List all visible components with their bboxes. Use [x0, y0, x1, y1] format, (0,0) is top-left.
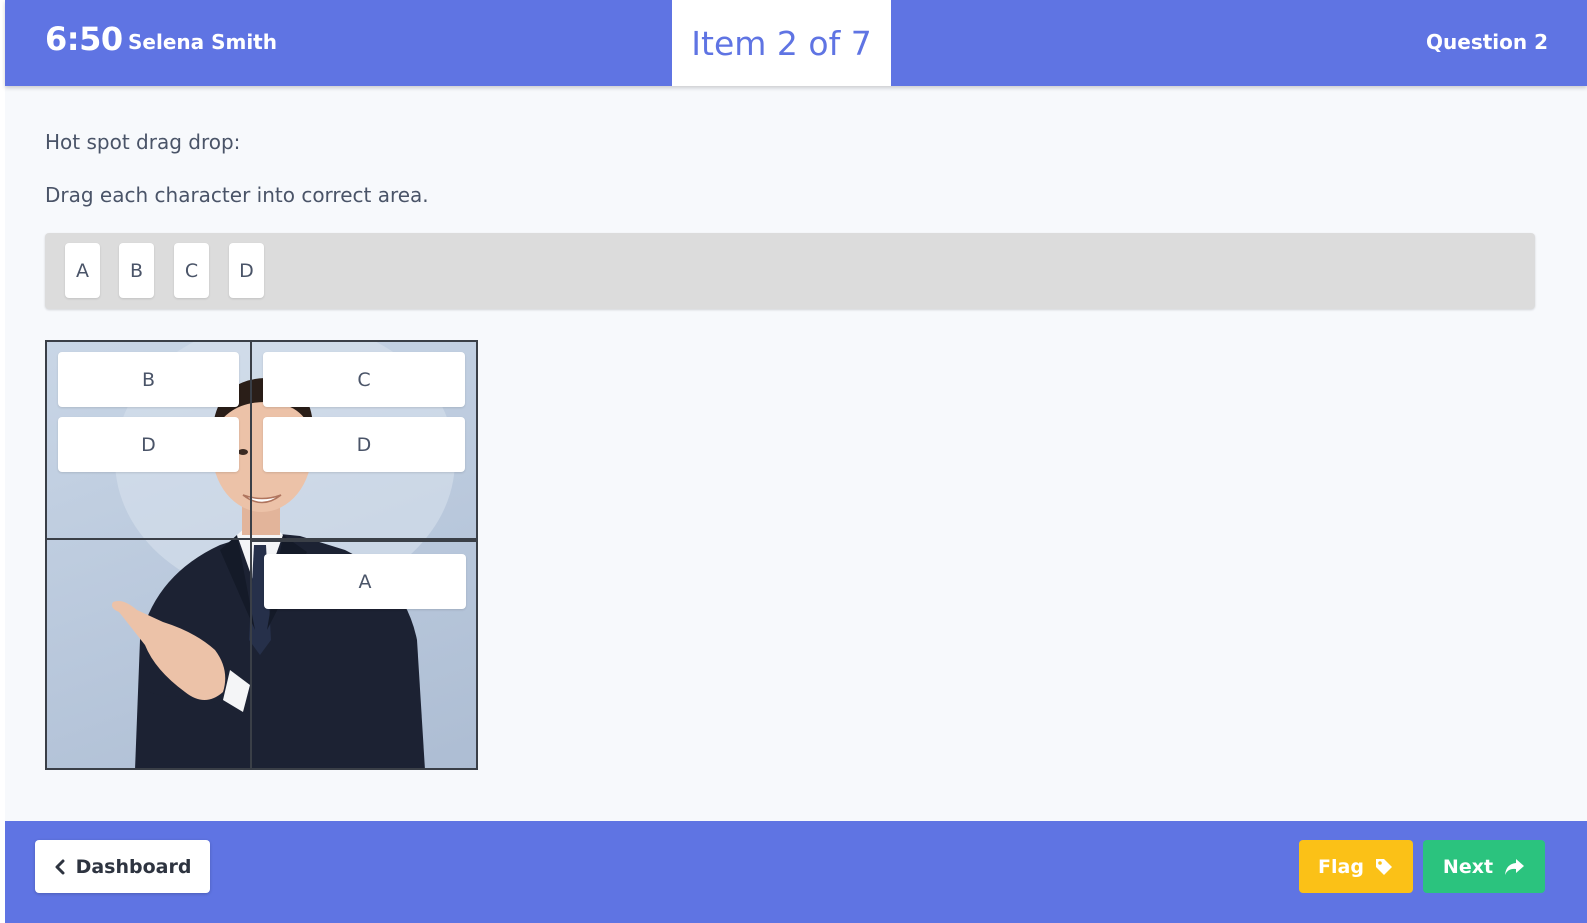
question-number: Question 2 [1426, 30, 1548, 54]
question-instruction: Drag each character into correct area. [45, 183, 429, 207]
share-arrow-icon [1503, 858, 1525, 876]
chevron-left-icon [54, 859, 66, 875]
candidate-name: Selena Smith [128, 30, 277, 54]
next-button[interactable]: Next [1423, 840, 1545, 893]
drag-source-tray: A B C D [45, 233, 1535, 309]
tag-icon [1374, 857, 1394, 877]
placed-chip-c[interactable]: C [263, 352, 465, 407]
exam-page: 6:50 Selena Smith Item 2 of 7 Question 2… [5, 0, 1587, 923]
drag-chip-d[interactable]: D [229, 243, 264, 298]
placed-chip-d[interactable]: D [263, 417, 465, 472]
question-prompt: Hot spot drag drop: [45, 130, 241, 154]
next-button-label: Next [1442, 855, 1494, 878]
drop-zone-bottom-left[interactable] [45, 538, 252, 770]
flag-button[interactable]: Flag [1299, 840, 1413, 893]
drag-chip-b[interactable]: B [119, 243, 154, 298]
dashboard-button[interactable]: Dashboard [35, 840, 210, 893]
hotspot-image: B D C D A [45, 340, 478, 770]
top-bar: 6:50 Selena Smith Item 2 of 7 Question 2 [5, 0, 1587, 86]
placed-chip-a[interactable]: A [264, 554, 466, 609]
countdown-timer: 6:50 [45, 20, 123, 58]
drag-chip-c[interactable]: C [174, 243, 209, 298]
placed-chip-b[interactable]: B [58, 352, 239, 407]
item-counter: Item 2 of 7 [672, 0, 891, 86]
dashboard-button-label: Dashboard [75, 855, 192, 878]
drag-chip-a[interactable]: A [65, 243, 100, 298]
flag-button-label: Flag [1318, 855, 1364, 878]
bottom-bar: Dashboard Flag Next [5, 821, 1587, 923]
placed-chip-d[interactable]: D [58, 417, 239, 472]
